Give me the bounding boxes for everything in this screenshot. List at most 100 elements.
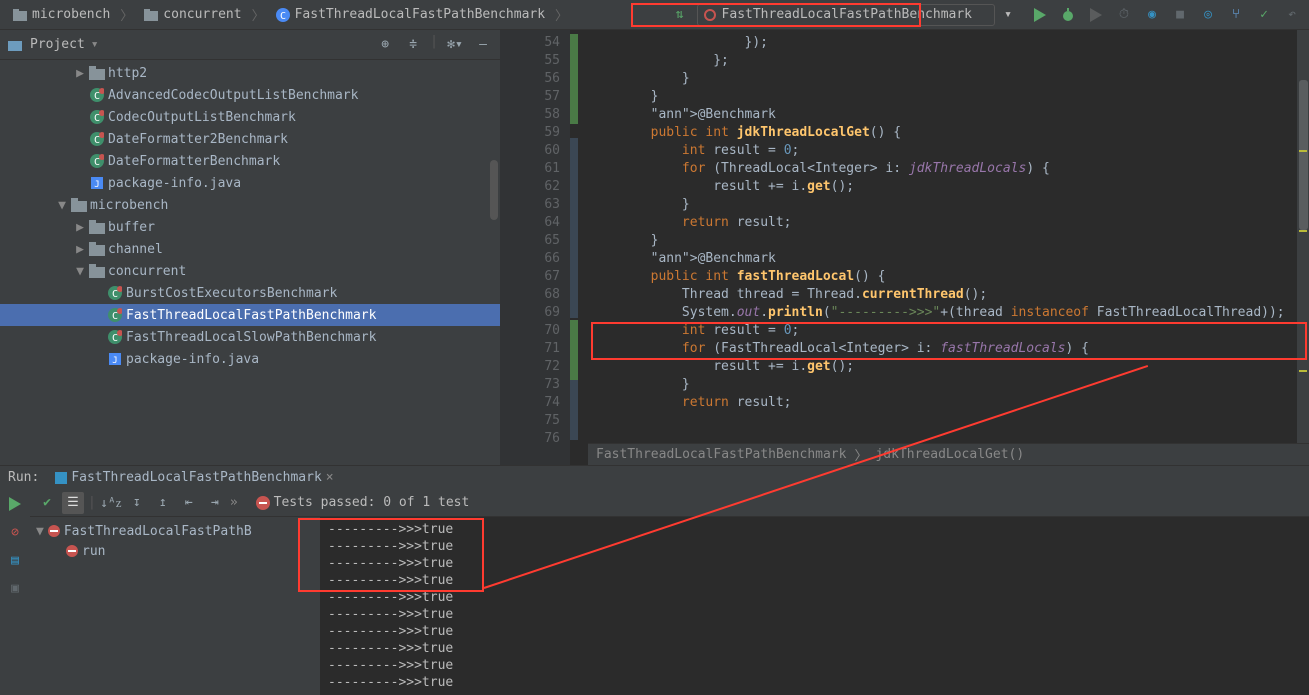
tree-label: buffer: [106, 220, 155, 235]
svg-text:J: J: [94, 180, 99, 190]
code-line[interactable]: System.out.println("--------->>>"+(threa…: [588, 304, 1285, 322]
code-line[interactable]: "ann">@Benchmark: [588, 106, 1285, 124]
layout-icon[interactable]: ▤: [4, 549, 26, 571]
tree-row[interactable]: CDateFormatter2Benchmark: [0, 128, 500, 150]
test-tree[interactable]: ▼ FastThreadLocalFastPathB run: [30, 517, 320, 695]
stop-red-icon[interactable]: ⊘: [4, 521, 26, 543]
pin-icon[interactable]: ▣: [4, 577, 26, 599]
gauge-icon[interactable]: ◉: [1141, 4, 1163, 26]
revert-icon[interactable]: ↶: [1281, 4, 1303, 26]
project-tree[interactable]: ▶http2CAdvancedCodecOutputListBenchmarkC…: [0, 60, 500, 465]
code-line[interactable]: for (FastThreadLocal<Integer> i: fastThr…: [588, 340, 1285, 358]
expand-arrow-icon[interactable]: ▶: [72, 220, 88, 235]
tree-row[interactable]: ▼concurrent: [0, 260, 500, 282]
test-root[interactable]: ▼ FastThreadLocalFastPathB: [30, 521, 320, 541]
run-left-toolbar: ⊘ ▤ ▣: [0, 489, 30, 695]
sort-icon[interactable]: ↓ᴬᴢ: [100, 492, 122, 514]
console-line: --------->>>true: [328, 657, 1301, 674]
folder-icon: [88, 219, 106, 235]
crumb-class[interactable]: C FastThreadLocalFastPathBenchmark: [269, 5, 551, 25]
code-line[interactable]: result += i.get();: [588, 358, 1285, 376]
run-tab[interactable]: FastThreadLocalFastPathBenchmark ×: [47, 466, 341, 490]
console-output[interactable]: --------->>>true--------->>>true--------…: [320, 517, 1309, 695]
tree-row[interactable]: CFastThreadLocalSlowPathBenchmark: [0, 326, 500, 348]
play-cov-icon[interactable]: [1085, 4, 1107, 26]
code-line[interactable]: }: [588, 70, 1285, 88]
target-icon[interactable]: ⊕: [374, 34, 396, 56]
collapse-icon[interactable]: ↥: [152, 492, 174, 514]
rerun-icon[interactable]: [4, 493, 26, 515]
git-pull-icon[interactable]: ✓: [1253, 4, 1275, 26]
test-child[interactable]: run: [30, 541, 320, 561]
safari-icon[interactable]: ◎: [1197, 4, 1219, 26]
tests-ok-icon[interactable]: ✔: [36, 492, 58, 514]
code-line[interactable]: public int fastThreadLocal() {: [588, 268, 1285, 286]
chevron-right-icon: 〉: [854, 445, 867, 464]
code-line[interactable]: for (ThreadLocal<Integer> i: jdkThreadLo…: [588, 160, 1285, 178]
tree-row[interactable]: CDateFormatterBenchmark: [0, 150, 500, 172]
code-line[interactable]: result += i.get();: [588, 178, 1285, 196]
code-line[interactable]: }: [588, 232, 1285, 250]
scrollbar-thumb[interactable]: [1299, 80, 1308, 230]
code-line[interactable]: Thread thread = Thread.currentThread();: [588, 286, 1285, 304]
run-config-select[interactable]: FastThreadLocalFastPathBenchmark ▾: [697, 4, 995, 26]
editor-scrollbar[interactable]: [1297, 30, 1309, 443]
code-line[interactable]: "ann">@Benchmark: [588, 250, 1285, 268]
crumb-microbench[interactable]: microbench: [6, 5, 116, 25]
gear-icon[interactable]: ✻▾: [444, 34, 466, 56]
prev-icon[interactable]: ⇤: [178, 492, 200, 514]
tests-toggle-icon[interactable]: ☰: [62, 492, 84, 514]
hide-icon[interactable]: —: [472, 34, 494, 56]
tree-row[interactable]: ▶ buffer: [0, 216, 500, 238]
tree-row[interactable]: Jpackage-info.java: [0, 348, 500, 370]
code-line[interactable]: return result;: [588, 214, 1285, 232]
tree-row[interactable]: CBurstCostExecutorsBenchmark: [0, 282, 500, 304]
next-icon[interactable]: ⇥: [204, 492, 226, 514]
code-line[interactable]: }: [588, 376, 1285, 394]
code-line[interactable]: };: [588, 52, 1285, 70]
code-line[interactable]: int result = 0;: [588, 322, 1285, 340]
code-line[interactable]: public int jdkThreadLocalGet() {: [588, 124, 1285, 142]
code-line[interactable]: });: [588, 34, 1285, 52]
test-toolbar: ✔ ☰ | ↓ᴬᴢ ↧ ↥ ⇤ ⇥ » Tests passed: 0 of 1…: [30, 489, 1309, 517]
swap-icon[interactable]: ⇅: [669, 4, 691, 26]
expand-arrow-icon[interactable]: ▼: [72, 264, 88, 279]
tree-row[interactable]: Jpackage-info.java: [0, 172, 500, 194]
tree-label: DateFormatterBenchmark: [106, 154, 280, 169]
test-summary: Tests passed: 0 of 1 test: [274, 495, 470, 510]
code-body[interactable]: }); }; } } "ann">@Benchmark public int j…: [570, 30, 1285, 465]
tree-row[interactable]: CFastThreadLocalFastPathBenchmark: [0, 304, 500, 326]
tree-row[interactable]: ▶ channel: [0, 238, 500, 260]
tree-label: channel: [106, 242, 163, 257]
play-icon[interactable]: [1029, 4, 1051, 26]
tree-row[interactable]: CAdvancedCodecOutputListBenchmark: [0, 84, 500, 106]
collapse-icon[interactable]: ≑: [402, 34, 424, 56]
expand-arrow-icon[interactable]: ▶: [72, 242, 88, 257]
tree-row[interactable]: ▶http2: [0, 62, 500, 84]
stop-icon[interactable]: ■: [1169, 4, 1191, 26]
expand-arrow-icon[interactable]: ▶: [72, 66, 88, 81]
code-line[interactable]: int result = 0;: [588, 142, 1285, 160]
expand-icon[interactable]: ↧: [126, 492, 148, 514]
tree-row[interactable]: ▼microbench: [0, 194, 500, 216]
chevron-down-icon[interactable]: ▾: [91, 37, 99, 52]
code-line[interactable]: }: [588, 88, 1285, 106]
crumb-concurrent[interactable]: concurrent: [137, 5, 247, 25]
debug-icon[interactable]: [1057, 4, 1079, 26]
run-config-name: FastThreadLocalFastPathBenchmark: [722, 7, 972, 22]
crumb-method[interactable]: jdkThreadLocalGet(): [875, 447, 1024, 462]
close-icon[interactable]: ×: [326, 470, 334, 485]
expand-arrow-icon[interactable]: ▼: [54, 198, 70, 213]
svg-text:C: C: [94, 113, 100, 124]
tree-row[interactable]: CCodecOutputListBenchmark: [0, 106, 500, 128]
code-line[interactable]: }: [588, 196, 1285, 214]
git-branch-icon[interactable]: ⑂: [1225, 4, 1247, 26]
profile-icon[interactable]: ⏱: [1113, 4, 1135, 26]
crumb-class[interactable]: FastThreadLocalFastPathBenchmark: [596, 447, 846, 462]
scrollbar-thumb[interactable]: [490, 160, 498, 220]
code-editor[interactable]: 5455565758596061626364656667686970717273…: [500, 30, 1309, 465]
breadcrumb: microbench 〉 concurrent 〉 C FastThreadLo…: [0, 5, 568, 25]
crumb-label: FastThreadLocalFastPathBenchmark: [295, 7, 545, 22]
code-line[interactable]: return result;: [588, 394, 1285, 412]
console-line: --------->>>true: [328, 640, 1301, 657]
